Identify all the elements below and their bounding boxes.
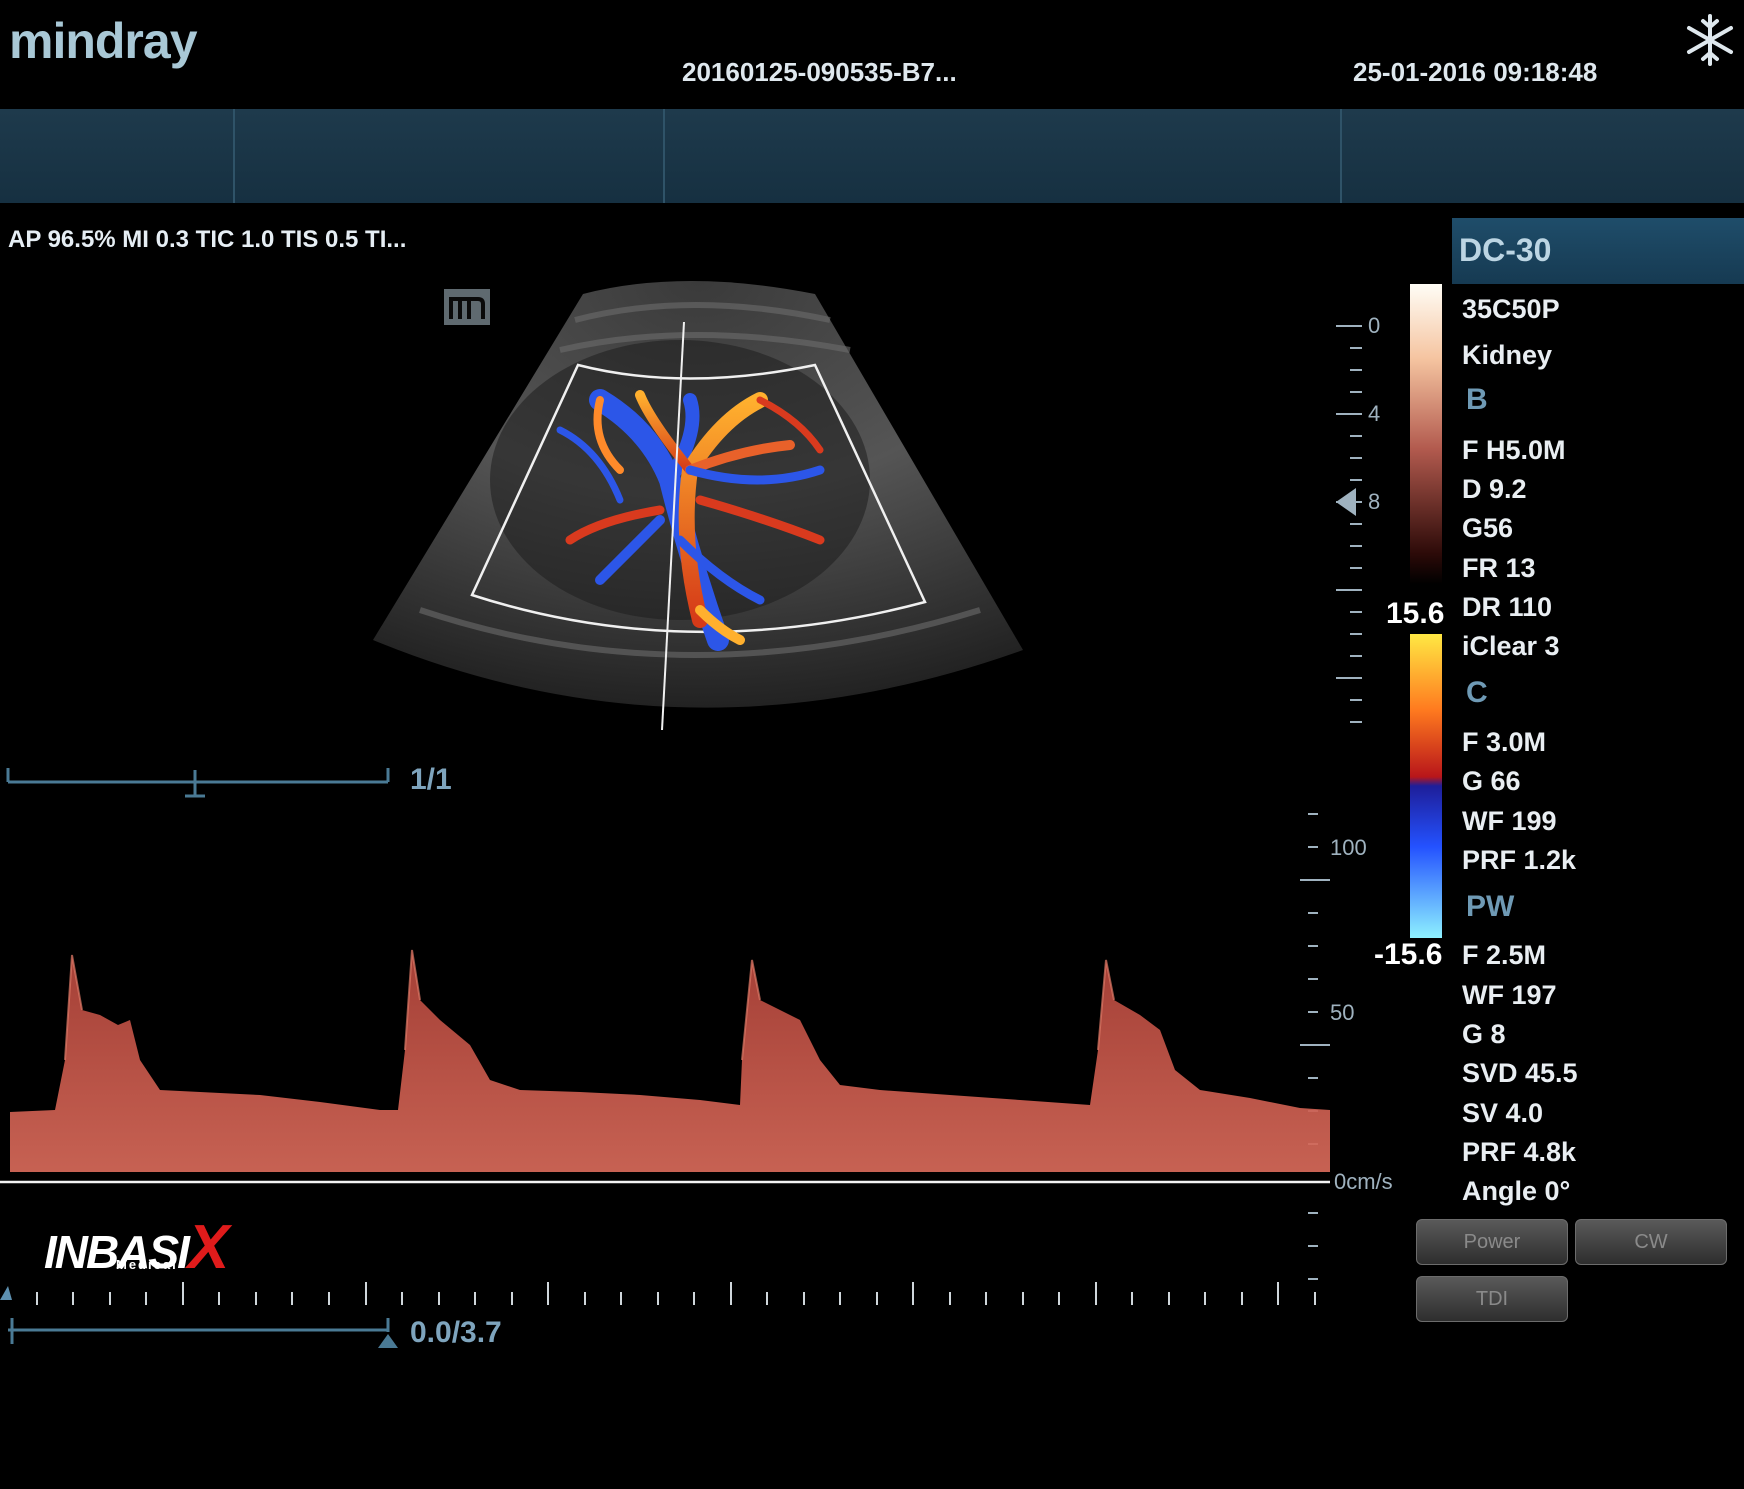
probe-label: DC-30: [1459, 232, 1552, 268]
snowflake-icon[interactable]: [1682, 12, 1738, 68]
param-pw-prf: PRF 4.8k: [1462, 1137, 1577, 1167]
watermark-x: X: [187, 1213, 230, 1282]
param-b-dynamic-range: DR 110: [1462, 592, 1553, 622]
param-b-iclear: iClear 3: [1462, 631, 1560, 661]
param-c-freq: F 3.0M: [1462, 727, 1547, 757]
exam-datetime: 25-01-2016 09:18:48: [1353, 57, 1598, 87]
time-counter: 0.0/3.7: [410, 1316, 502, 1349]
depth-label-0: 0: [1368, 313, 1380, 338]
header-spacer-segment: [235, 109, 665, 203]
depth-scale: 0 4 8: [1336, 313, 1380, 723]
frame-cine-bar: [6, 768, 390, 798]
param-b-gain: G56: [1462, 513, 1514, 543]
param-pw-svd: SVD 45.5: [1462, 1058, 1578, 1088]
color-mode-header: C: [1466, 676, 1488, 709]
doppler-spectrum: [10, 950, 1330, 1172]
power-mode-button[interactable]: Power: [1416, 1219, 1568, 1265]
param-pw-wall-filter: WF 197: [1462, 980, 1557, 1010]
param-c-gain: G 66: [1462, 766, 1521, 796]
param-preset: Kidney: [1462, 340, 1553, 370]
param-pw-gain: G 8: [1462, 1019, 1506, 1049]
pw-mode-header: PW: [1466, 890, 1515, 923]
color-scale-min: -15.6: [1374, 938, 1443, 971]
param-pw-angle: Angle 0°: [1462, 1176, 1571, 1206]
param-pw-sv: SV 4.0: [1462, 1098, 1544, 1128]
top-header-bar: [0, 109, 1744, 203]
watermark-logo: INBASIX: [44, 1212, 229, 1283]
depth-label-2: 4: [1368, 401, 1380, 426]
param-c-wall-filter: WF 199: [1462, 806, 1557, 836]
time-cine-bar: [8, 1318, 390, 1344]
tdi-mode-button[interactable]: TDI: [1416, 1276, 1568, 1322]
brand-logo: mindray: [9, 13, 198, 69]
param-b-framerate: FR 13: [1462, 553, 1536, 583]
time-cine-handle-icon: [378, 1334, 398, 1348]
time-axis: [36, 1282, 1316, 1305]
doppler-spectrum-envelope: [64, 949, 1115, 1061]
focus-marker-icon: [1336, 488, 1356, 516]
velocity-label-50: 50: [1330, 1000, 1354, 1025]
velocity-label-baseline: 0cm/s: [1334, 1169, 1393, 1194]
color-map: [1410, 634, 1442, 938]
depth-label-4: 8: [1368, 489, 1380, 514]
velocity-label-100: 100: [1330, 835, 1367, 860]
param-pw-freq: F 2.5M: [1462, 940, 1547, 970]
cw-mode-button[interactable]: CW: [1575, 1219, 1727, 1265]
frame-counter: 1/1: [410, 763, 452, 796]
bmode-map: [1410, 284, 1442, 584]
brand-segment: [0, 109, 235, 203]
param-b-freq: F H5.0M: [1462, 435, 1566, 465]
study-segment: [665, 109, 1342, 203]
study-id: 20160125-090535-B7...: [682, 57, 957, 87]
watermark-subtext: Medical: [116, 1257, 178, 1272]
color-scale-max: 15.6: [1386, 597, 1445, 630]
param-transducer: 35C50P: [1462, 294, 1560, 324]
b-mode-header: B: [1466, 383, 1488, 416]
time-marker-icon: [0, 1286, 12, 1300]
param-b-depth: D 9.2: [1462, 474, 1527, 504]
velocity-scale: 100 50 0cm/s: [1300, 813, 1393, 1280]
param-c-prf: PRF 1.2k: [1462, 845, 1577, 875]
